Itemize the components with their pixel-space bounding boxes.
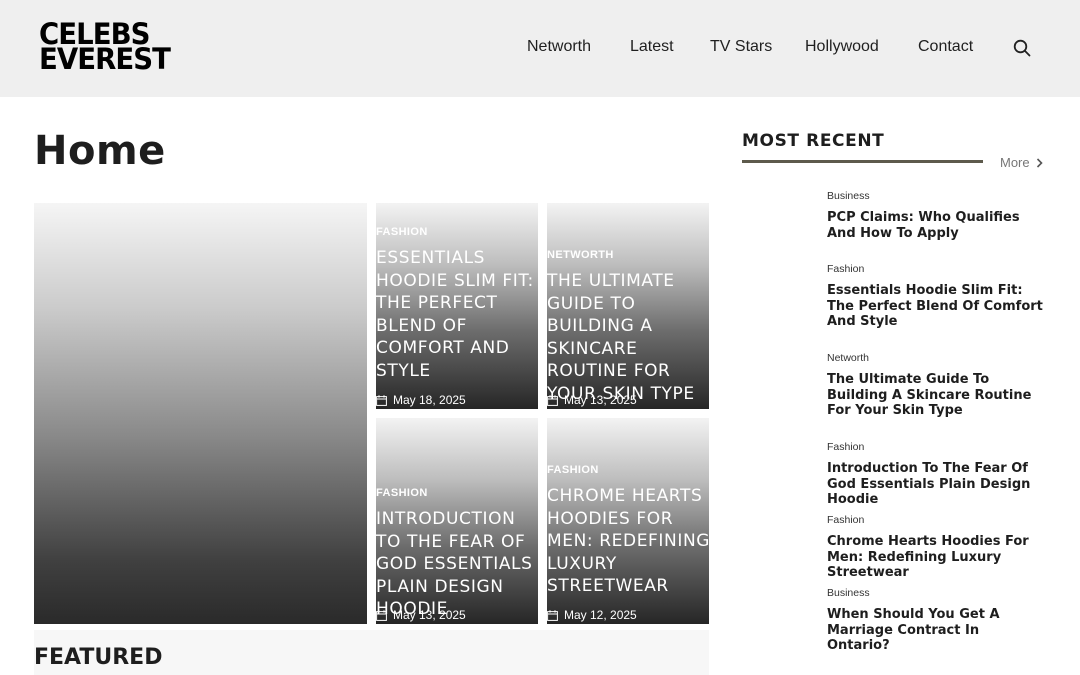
post-date-text: May 18, 2025 — [393, 393, 466, 407]
featured-heading: FEATURED — [34, 645, 163, 670]
recent-title[interactable]: Chrome Hearts Hoodies For Men: Redefinin… — [827, 534, 1043, 581]
sidebar-title: MOST RECENT — [742, 131, 885, 151]
post-date-text: May 13, 2025 — [564, 393, 637, 407]
recent-title[interactable]: The Ultimate Guide To Building A Skincar… — [827, 372, 1043, 419]
post-date: May 13, 2025 — [376, 608, 466, 622]
calendar-icon — [547, 394, 558, 406]
list-item: Fashion Introduction To The Fear Of God … — [827, 441, 1043, 508]
hero-card[interactable] — [34, 203, 367, 624]
more-label: More — [1000, 155, 1030, 170]
post-category[interactable]: FASHION — [376, 226, 428, 238]
post-date: May 12, 2025 — [547, 608, 637, 622]
search-icon[interactable] — [1013, 39, 1031, 57]
recent-title[interactable]: PCP Claims: Who Qualifies And How To App… — [827, 210, 1043, 241]
recent-title[interactable]: Essentials Hoodie Slim Fit: The Perfect … — [827, 283, 1043, 330]
post-title[interactable]: THE ULTIMATE GUIDE TO BUILDING A SKINCAR… — [547, 270, 709, 405]
post-date: May 18, 2025 — [376, 393, 466, 407]
calendar-icon — [376, 609, 387, 621]
nav-item-networth[interactable]: Networth — [527, 38, 591, 56]
post-title[interactable]: INTRODUCTION TO THE FEAR OF GOD ESSENTIA… — [376, 508, 538, 621]
chevron-right-icon — [1036, 157, 1043, 168]
recent-category[interactable]: Fashion — [827, 514, 1043, 526]
post-card[interactable]: FASHION ESSENTIALS HOODIE SLIM FIT: THE … — [376, 203, 538, 409]
recent-category[interactable]: Networth — [827, 352, 1043, 364]
list-item: Fashion Essentials Hoodie Slim Fit: The … — [827, 263, 1043, 330]
list-item: Networth The Ultimate Guide To Building … — [827, 352, 1043, 419]
post-category[interactable]: FASHION — [376, 487, 428, 499]
list-item: Fashion Chrome Hearts Hoodies For Men: R… — [827, 514, 1043, 581]
post-date-text: May 13, 2025 — [393, 608, 466, 622]
post-date-text: May 12, 2025 — [564, 608, 637, 622]
post-category[interactable]: NETWORTH — [547, 249, 614, 261]
recent-category[interactable]: Business — [827, 190, 1043, 202]
featured-grid: FASHION ESSENTIALS HOODIE SLIM FIT: THE … — [34, 203, 709, 624]
calendar-icon — [547, 609, 558, 621]
post-card[interactable]: FASHION CHROME HEARTS HOODIES FOR MEN: R… — [547, 418, 709, 624]
post-title[interactable]: CHROME HEARTS HOODIES FOR MEN: REDEFININ… — [547, 485, 709, 598]
calendar-icon — [376, 394, 387, 406]
list-item: Business When Should You Get A Marriage … — [827, 587, 1043, 654]
more-link[interactable]: More — [1000, 155, 1043, 170]
nav-item-contact[interactable]: Contact — [918, 38, 973, 56]
post-card[interactable]: NETWORTH THE ULTIMATE GUIDE TO BUILDING … — [547, 203, 709, 409]
main-nav: Networth Latest TV Stars Hollywood Conta… — [0, 38, 1080, 60]
recent-category[interactable]: Fashion — [827, 441, 1043, 453]
nav-item-tv-stars[interactable]: TV Stars — [710, 38, 772, 56]
recent-title[interactable]: When Should You Get A Marriage Contract … — [827, 607, 1043, 654]
sidebar-divider — [742, 160, 983, 163]
site-header: CELEBS EVEREST Networth Latest TV Stars … — [0, 0, 1080, 97]
post-card[interactable]: FASHION INTRODUCTION TO THE FEAR OF GOD … — [376, 418, 538, 624]
post-category[interactable]: FASHION — [547, 464, 599, 476]
recent-title[interactable]: Introduction To The Fear Of God Essentia… — [827, 461, 1043, 508]
page-title: Home — [34, 128, 166, 174]
nav-item-latest[interactable]: Latest — [630, 38, 674, 56]
nav-item-hollywood[interactable]: Hollywood — [805, 38, 879, 56]
post-title[interactable]: ESSENTIALS HOODIE SLIM FIT: THE PERFECT … — [376, 247, 538, 382]
post-date: May 13, 2025 — [547, 393, 637, 407]
recent-category[interactable]: Business — [827, 587, 1043, 599]
list-item: Business PCP Claims: Who Qualifies And H… — [827, 190, 1043, 241]
recent-category[interactable]: Fashion — [827, 263, 1043, 275]
